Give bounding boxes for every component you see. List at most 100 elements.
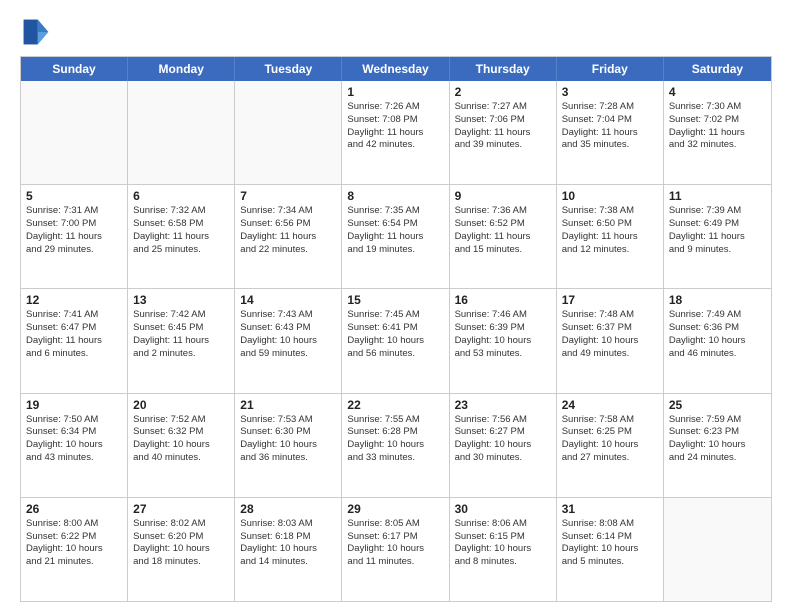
calendar-cell: 5 Sunrise: 7:31 AM Sunset: 7:00 PM Daylig… — [21, 185, 128, 288]
header — [20, 16, 772, 48]
weekday-header: Tuesday — [235, 57, 342, 81]
day-info: Sunrise: 7:34 AM Sunset: 6:56 PM Dayligh… — [240, 205, 336, 256]
day-number: 3 — [562, 85, 658, 99]
weekday-header: Saturday — [664, 57, 771, 81]
day-number: 17 — [562, 293, 658, 307]
calendar-body: 1 Sunrise: 7:26 AM Sunset: 7:08 PM Daylig… — [21, 81, 771, 601]
day-info: Sunrise: 7:45 AM Sunset: 6:41 PM Dayligh… — [347, 309, 443, 360]
day-info: Sunrise: 7:31 AM Sunset: 7:00 PM Dayligh… — [26, 205, 122, 256]
day-info: Sunrise: 7:36 AM Sunset: 6:52 PM Dayligh… — [455, 205, 551, 256]
day-number: 6 — [133, 189, 229, 203]
day-info: Sunrise: 7:52 AM Sunset: 6:32 PM Dayligh… — [133, 414, 229, 465]
calendar-cell: 7 Sunrise: 7:34 AM Sunset: 6:56 PM Daylig… — [235, 185, 342, 288]
calendar-cell: 12 Sunrise: 7:41 AM Sunset: 6:47 PM Dayli… — [21, 289, 128, 392]
day-number: 28 — [240, 502, 336, 516]
calendar-cell: 31 Sunrise: 8:08 AM Sunset: 6:14 PM Dayli… — [557, 498, 664, 601]
page: SundayMondayTuesdayWednesdayThursdayFrid… — [0, 0, 792, 612]
day-number: 25 — [669, 398, 766, 412]
day-info: Sunrise: 7:32 AM Sunset: 6:58 PM Dayligh… — [133, 205, 229, 256]
calendar-cell: 23 Sunrise: 7:56 AM Sunset: 6:27 PM Dayli… — [450, 394, 557, 497]
weekday-header: Sunday — [21, 57, 128, 81]
day-number: 7 — [240, 189, 336, 203]
day-number: 9 — [455, 189, 551, 203]
calendar-cell: 30 Sunrise: 8:06 AM Sunset: 6:15 PM Dayli… — [450, 498, 557, 601]
day-info: Sunrise: 7:59 AM Sunset: 6:23 PM Dayligh… — [669, 414, 766, 465]
day-info: Sunrise: 7:35 AM Sunset: 6:54 PM Dayligh… — [347, 205, 443, 256]
day-number: 5 — [26, 189, 122, 203]
day-number: 31 — [562, 502, 658, 516]
calendar-row: 26Sunrise: 8:00 AM Sunset: 6:22 PM Dayli… — [21, 497, 771, 601]
day-number: 22 — [347, 398, 443, 412]
logo-icon — [20, 16, 52, 48]
day-number: 11 — [669, 189, 766, 203]
calendar-cell — [235, 81, 342, 184]
calendar-cell: 3 Sunrise: 7:28 AM Sunset: 7:04 PM Daylig… — [557, 81, 664, 184]
logo — [20, 16, 56, 48]
day-number: 20 — [133, 398, 229, 412]
day-number: 2 — [455, 85, 551, 99]
day-number: 29 — [347, 502, 443, 516]
day-number: 27 — [133, 502, 229, 516]
calendar-cell: 19Sunrise: 7:50 AM Sunset: 6:34 PM Dayli… — [21, 394, 128, 497]
day-info: Sunrise: 8:03 AM Sunset: 6:18 PM Dayligh… — [240, 518, 336, 569]
day-info: Sunrise: 7:27 AM Sunset: 7:06 PM Dayligh… — [455, 101, 551, 152]
day-number: 15 — [347, 293, 443, 307]
calendar-cell — [128, 81, 235, 184]
calendar-cell: 18 Sunrise: 7:49 AM Sunset: 6:36 PM Dayli… — [664, 289, 771, 392]
day-number: 21 — [240, 398, 336, 412]
day-info: Sunrise: 7:46 AM Sunset: 6:39 PM Dayligh… — [455, 309, 551, 360]
day-number: 23 — [455, 398, 551, 412]
day-number: 24 — [562, 398, 658, 412]
calendar-cell: 2 Sunrise: 7:27 AM Sunset: 7:06 PM Daylig… — [450, 81, 557, 184]
weekday-header: Monday — [128, 57, 235, 81]
day-number: 13 — [133, 293, 229, 307]
weekday-header: Wednesday — [342, 57, 449, 81]
day-info: Sunrise: 7:55 AM Sunset: 6:28 PM Dayligh… — [347, 414, 443, 465]
day-info: Sunrise: 7:49 AM Sunset: 6:36 PM Dayligh… — [669, 309, 766, 360]
day-number: 12 — [26, 293, 122, 307]
calendar-cell: 24 Sunrise: 7:58 AM Sunset: 6:25 PM Dayli… — [557, 394, 664, 497]
calendar-cell: 27 Sunrise: 8:02 AM Sunset: 6:20 PM Dayli… — [128, 498, 235, 601]
calendar-cell: 1 Sunrise: 7:26 AM Sunset: 7:08 PM Daylig… — [342, 81, 449, 184]
calendar-cell: 26Sunrise: 8:00 AM Sunset: 6:22 PM Dayli… — [21, 498, 128, 601]
calendar-row: 19Sunrise: 7:50 AM Sunset: 6:34 PM Dayli… — [21, 393, 771, 497]
day-info: Sunrise: 8:02 AM Sunset: 6:20 PM Dayligh… — [133, 518, 229, 569]
day-number: 1 — [347, 85, 443, 99]
day-number: 10 — [562, 189, 658, 203]
day-info: Sunrise: 7:50 AM Sunset: 6:34 PM Dayligh… — [26, 414, 122, 465]
weekday-header: Friday — [557, 57, 664, 81]
day-number: 18 — [669, 293, 766, 307]
day-number: 8 — [347, 189, 443, 203]
calendar-row: 12 Sunrise: 7:41 AM Sunset: 6:47 PM Dayli… — [21, 288, 771, 392]
day-info: Sunrise: 7:26 AM Sunset: 7:08 PM Dayligh… — [347, 101, 443, 152]
day-info: Sunrise: 7:28 AM Sunset: 7:04 PM Dayligh… — [562, 101, 658, 152]
calendar-cell: 6 Sunrise: 7:32 AM Sunset: 6:58 PM Daylig… — [128, 185, 235, 288]
calendar-cell: 25 Sunrise: 7:59 AM Sunset: 6:23 PM Dayli… — [664, 394, 771, 497]
calendar-cell: 17 Sunrise: 7:48 AM Sunset: 6:37 PM Dayli… — [557, 289, 664, 392]
calendar-cell: 15 Sunrise: 7:45 AM Sunset: 6:41 PM Dayli… — [342, 289, 449, 392]
calendar-cell: 20 Sunrise: 7:52 AM Sunset: 6:32 PM Dayli… — [128, 394, 235, 497]
calendar-cell — [21, 81, 128, 184]
day-number: 16 — [455, 293, 551, 307]
day-info: Sunrise: 8:00 AM Sunset: 6:22 PM Dayligh… — [26, 518, 122, 569]
calendar-cell: 14Sunrise: 7:43 AM Sunset: 6:43 PM Dayli… — [235, 289, 342, 392]
day-info: Sunrise: 8:08 AM Sunset: 6:14 PM Dayligh… — [562, 518, 658, 569]
day-info: Sunrise: 7:43 AM Sunset: 6:43 PM Dayligh… — [240, 309, 336, 360]
calendar-row: 1 Sunrise: 7:26 AM Sunset: 7:08 PM Daylig… — [21, 81, 771, 184]
calendar-cell: 16 Sunrise: 7:46 AM Sunset: 6:39 PM Dayli… — [450, 289, 557, 392]
day-info: Sunrise: 7:38 AM Sunset: 6:50 PM Dayligh… — [562, 205, 658, 256]
day-info: Sunrise: 7:56 AM Sunset: 6:27 PM Dayligh… — [455, 414, 551, 465]
calendar-cell: 8 Sunrise: 7:35 AM Sunset: 6:54 PM Daylig… — [342, 185, 449, 288]
calendar-cell: 10 Sunrise: 7:38 AM Sunset: 6:50 PM Dayli… — [557, 185, 664, 288]
day-number: 4 — [669, 85, 766, 99]
day-info: Sunrise: 7:39 AM Sunset: 6:49 PM Dayligh… — [669, 205, 766, 256]
calendar-cell: 9 Sunrise: 7:36 AM Sunset: 6:52 PM Daylig… — [450, 185, 557, 288]
calendar-header: SundayMondayTuesdayWednesdayThursdayFrid… — [21, 57, 771, 81]
day-info: Sunrise: 7:41 AM Sunset: 6:47 PM Dayligh… — [26, 309, 122, 360]
day-info: Sunrise: 7:58 AM Sunset: 6:25 PM Dayligh… — [562, 414, 658, 465]
calendar-cell: 11 Sunrise: 7:39 AM Sunset: 6:49 PM Dayli… — [664, 185, 771, 288]
calendar-cell: 28 Sunrise: 8:03 AM Sunset: 6:18 PM Dayli… — [235, 498, 342, 601]
day-number: 30 — [455, 502, 551, 516]
day-info: Sunrise: 7:48 AM Sunset: 6:37 PM Dayligh… — [562, 309, 658, 360]
day-info: Sunrise: 8:06 AM Sunset: 6:15 PM Dayligh… — [455, 518, 551, 569]
